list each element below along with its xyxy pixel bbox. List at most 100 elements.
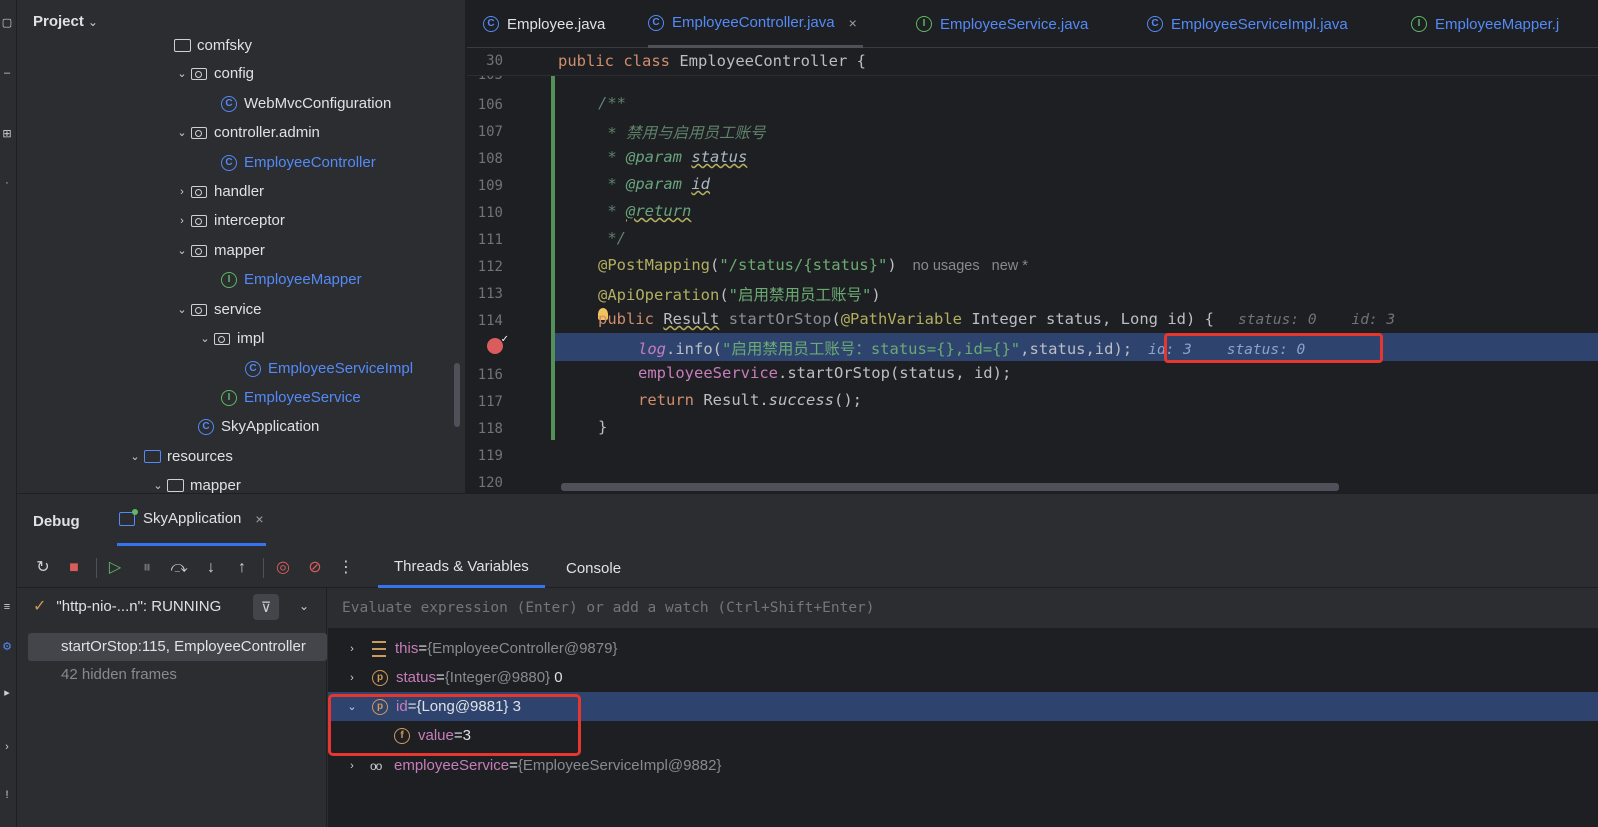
line-number: 107 [477, 124, 503, 140]
close-icon[interactable]: × [255, 511, 263, 527]
tree-item[interactable]: I EmployeeService [220, 383, 361, 412]
chevron-down-icon[interactable]: ⌄ [174, 126, 190, 139]
tab-label: EmployeeController.java [672, 14, 835, 31]
horizontal-scrollbar[interactable] [561, 483, 1339, 491]
hidden-frames-link[interactable]: 42 hidden frames [61, 666, 177, 683]
tree-item[interactable]: ⌄ mapper [174, 236, 264, 265]
tab-employeeservice-java[interactable]: I EmployeeService.java [916, 0, 1088, 48]
tree-item-label: WebMvcConfiguration [244, 95, 392, 112]
tab-threads-variables[interactable]: Threads & Variables [378, 548, 545, 588]
line-number: 106 [477, 97, 503, 113]
check-icon: ✓ [33, 598, 47, 615]
chevron-down-icon[interactable]: ⌄ [299, 599, 309, 613]
chevron-right-icon[interactable]: › [174, 186, 190, 198]
tree-item[interactable]: C SkyApplication [197, 412, 319, 441]
line-number: 30 [486, 53, 503, 69]
tree-item[interactable]: › interceptor [174, 206, 285, 235]
tab-employee-java[interactable]: C Employee.java [483, 0, 605, 48]
view-breakpoints-icon[interactable]: ◎ [273, 558, 293, 578]
tree-item-label: config [214, 65, 255, 82]
folder-icon [166, 479, 184, 492]
more-tools-icon[interactable]: · [0, 176, 14, 190]
chevron-right-icon[interactable]: › [174, 215, 190, 227]
chevron-down-icon[interactable]: ⌄ [127, 450, 143, 463]
spring-app-icon: C [198, 418, 214, 435]
chevron-down-icon[interactable]: ⌄ [174, 244, 190, 257]
tree-item[interactable]: comfsky [173, 31, 252, 60]
services-tool-icon[interactable]: ≡ [0, 600, 14, 614]
chevron-down-icon[interactable]: ⌄ [150, 479, 166, 492]
package-icon [214, 332, 230, 345]
tab-console[interactable]: Console [566, 548, 621, 588]
folder-icon [173, 39, 191, 52]
code-line: * 禁用与启用员工账号 [598, 124, 766, 142]
step-over-icon[interactable]: ⤼ [169, 558, 189, 578]
structure-tool-icon[interactable]: ⊞ [0, 127, 14, 141]
mute-breakpoints-icon[interactable]: ⊘ [305, 558, 325, 578]
chevron-right-icon[interactable]: › [344, 672, 360, 684]
code-editor[interactable]: 105 106 107 108 109 110 111 112 113 114 … [467, 48, 1598, 493]
commit-tool-icon[interactable]: – [0, 66, 14, 80]
tree-item[interactable]: ⌄ service [174, 295, 261, 324]
debug-session-tab[interactable]: SkyApplication × [117, 494, 266, 546]
tree-item[interactable]: C WebMvcConfiguration [220, 89, 391, 118]
chevron-down-icon[interactable]: ⌄ [174, 67, 190, 80]
tab-label: EmployeeService.java [940, 15, 1089, 33]
project-panel-header[interactable]: Project ⌄ [33, 13, 98, 30]
tree-item[interactable]: ⌄ controller.admin [174, 118, 320, 147]
step-into-icon[interactable]: ↓ [201, 558, 221, 578]
stack-frame-selected[interactable]: startOrStop:115, EmployeeController [28, 633, 327, 661]
interface-icon: I [1411, 16, 1427, 32]
tree-item[interactable]: ⌄ mapper [150, 471, 241, 493]
tree-item[interactable]: C EmployeeServiceImpl [244, 354, 413, 383]
project-tool-icon[interactable]: ▢ [0, 16, 14, 30]
close-icon[interactable]: × [849, 15, 857, 31]
step-out-icon[interactable]: ↑ [232, 558, 252, 578]
tab-employeecontroller-java[interactable]: C EmployeeController.java × [648, 0, 863, 48]
tree-item-label: comfsky [197, 37, 253, 54]
code-line: /** [598, 94, 626, 112]
tree-item-label: mapper [190, 477, 241, 493]
line-number: 116 [477, 367, 503, 383]
chevron-right-icon[interactable]: › [344, 760, 360, 772]
chevron-down-icon[interactable]: ⌄ [197, 332, 213, 345]
tree-item[interactable]: ⌄ config [174, 59, 254, 88]
resume-icon[interactable]: ▷ [105, 558, 125, 578]
tab-employeemapper-java[interactable]: I EmployeeMapper.j [1411, 0, 1559, 48]
code-line: employeeService.startOrStop(status, id); [638, 364, 1012, 382]
more-options-icon[interactable]: ⋮ [336, 558, 356, 578]
usages-hint[interactable]: no usages new * [913, 258, 1028, 274]
highlight-box [328, 694, 581, 756]
chevron-right-icon[interactable]: › [344, 643, 360, 655]
project-title: Project [33, 13, 84, 30]
tree-item[interactable]: I EmployeeMapper [220, 265, 362, 294]
chevron-down-icon[interactable]: ⌄ [174, 303, 190, 316]
debug-tool-icon[interactable]: ⚙ [0, 640, 14, 654]
run-tool-icon[interactable]: ▸ [0, 686, 14, 700]
debug-title: Debug [33, 513, 80, 530]
resources-folder-icon [143, 450, 161, 463]
class-icon: C [221, 95, 237, 112]
interface-icon: I [221, 389, 237, 406]
stop-icon[interactable]: ■ [64, 558, 84, 578]
terminal-tool-icon[interactable]: › [0, 740, 14, 754]
variable-row[interactable]: › p status = {Integer@9880} 0 [328, 663, 1598, 692]
tab-employeeserviceimpl-java[interactable]: C EmployeeServiceImpl.java [1147, 0, 1348, 48]
problems-tool-icon[interactable]: ! [0, 788, 14, 802]
code-line: @PostMapping("/status/{status}") no usage… [598, 256, 1028, 274]
evaluate-expression-input[interactable] [328, 588, 1598, 628]
rerun-icon[interactable]: ↻ [33, 558, 53, 578]
tree-item[interactable]: › handler [174, 177, 264, 206]
pause-icon[interactable]: ⏸ [137, 558, 157, 578]
package-icon [191, 126, 207, 139]
chevron-down-icon[interactable]: ⌄ [88, 15, 98, 29]
thread-selector[interactable]: ✓ "http-nio-...n": RUNNING [33, 596, 221, 616]
project-scrollbar[interactable] [454, 363, 460, 427]
class-icon: C [245, 360, 261, 377]
variable-row[interactable]: › this = {EmployeeController@9879} [328, 634, 1598, 663]
filter-icon[interactable]: ⊽ [253, 594, 279, 620]
tree-item[interactable]: ⌄ resources [127, 442, 232, 471]
sticky-header-line: 30 public class EmployeeController { [467, 48, 1598, 76]
tree-item[interactable]: C EmployeeController [220, 148, 376, 177]
tree-item[interactable]: ⌄ impl [197, 324, 264, 353]
